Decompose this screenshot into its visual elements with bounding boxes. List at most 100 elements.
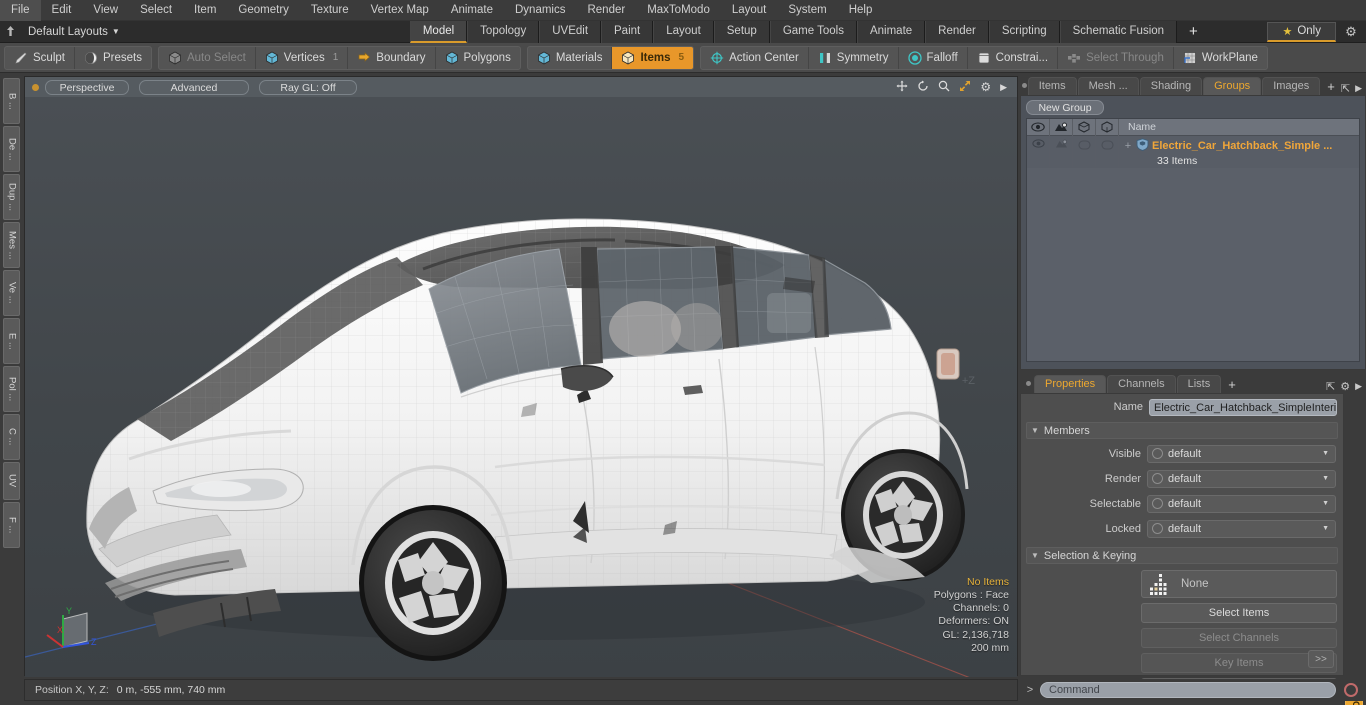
menu-item-layout[interactable]: Layout [721,0,778,21]
menu-item-render[interactable]: Render [576,0,636,21]
left-tab-1[interactable]: De ... [2,126,20,172]
add-layout-tab-button[interactable]: + [1177,22,1210,42]
viewport-canvas[interactable]: +Z No Items Polygons : Face Channels: 0 Def… [25,97,1017,677]
layout-tab-topology[interactable]: Topology [467,20,540,43]
menu-item-texture[interactable]: Texture [300,0,360,21]
mode-button-constrai[interactable]: Constrai... [968,46,1059,69]
panel-tab-shading[interactable]: Shading [1139,77,1203,95]
name-field[interactable]: Electric_Car_Hatchback_SimpleInterio [1149,398,1337,416]
render-icon[interactable] [1050,118,1073,136]
gear-icon[interactable]: ⚙ [1336,24,1366,40]
record-icon[interactable] [1344,683,1358,697]
menu-item-maxtomodo[interactable]: MaxToModo [636,0,721,21]
viewport-advanced-button[interactable]: Advanced [139,79,249,95]
row-eye-icon[interactable] [1027,136,1050,167]
mode-button-vertices[interactable]: Vertices 1 [256,46,349,69]
left-tab-3[interactable]: Mes ... [2,222,20,268]
member-toggle-circle[interactable] [1152,473,1163,484]
layout-tab-setup[interactable]: Setup [713,20,770,43]
row-render-icon[interactable] [1050,136,1073,167]
left-tab-9[interactable]: F ... [2,502,20,548]
zoom-icon[interactable] [938,80,950,94]
layout-name-label[interactable]: Default Layouts [20,26,112,38]
more-options-button[interactable]: >> [1308,650,1334,668]
play-icon[interactable]: ▶ [1000,81,1007,93]
left-tab-5[interactable]: E ... [2,318,20,364]
only-button[interactable]: ★ Only [1267,21,1336,42]
group-list[interactable]: Name + Electric_Car_Hatchback_Simple ... 3… [1026,118,1360,362]
mode-button-boundary[interactable]: Boundary [348,46,436,69]
member-dropdown-visible[interactable]: default ▼ [1147,444,1336,463]
member-toggle-circle[interactable] [1152,448,1163,459]
axis-gizmo[interactable]: X Y Z [43,601,107,657]
properties-tab-channels[interactable]: Channels [1107,375,1176,393]
gear-icon[interactable]: ⚙ [1340,380,1350,393]
menu-item-dynamics[interactable]: Dynamics [504,0,576,21]
mode-button-symmetry[interactable]: Symmetry [809,46,899,69]
chevron-down-icon[interactable]: ▼ [112,27,120,36]
panel-tab-groups[interactable]: Groups [1203,77,1262,95]
mode-button-select-through[interactable]: Select Through [1058,46,1174,69]
menu-item-view[interactable]: View [82,0,129,21]
table-row[interactable]: + Electric_Car_Hatchback_Simple ... 33 Ite… [1027,136,1359,168]
wire-cube-icon[interactable] [1096,118,1119,136]
menu-item-animate[interactable]: Animate [440,0,504,21]
gear-icon[interactable]: ⚙ [980,81,991,93]
expand-icon[interactable]: ⇱ [1341,82,1350,95]
member-dropdown-locked[interactable]: default ▼ [1147,519,1336,538]
mode-button-auto-select[interactable]: Auto Select [159,46,256,69]
menu-item-item[interactable]: Item [183,0,227,21]
properties-tab-lists[interactable]: Lists [1176,375,1222,393]
menu-item-edit[interactable]: Edit [41,0,83,21]
menu-item-geometry[interactable]: Geometry [227,0,300,21]
layout-tab-scripting[interactable]: Scripting [988,20,1060,43]
properties-dot-icon[interactable] [1022,374,1034,393]
new-group-button[interactable]: New Group [1026,100,1104,115]
properties-tab-properties[interactable]: Properties [1034,375,1107,393]
menu-item-system[interactable]: System [777,0,837,21]
panel-tab-images[interactable]: Images [1262,77,1321,95]
layout-tab-model[interactable]: Model [409,20,468,43]
left-tab-6[interactable]: Pol ... [2,366,20,412]
layout-tab-layout[interactable]: Layout [653,20,714,43]
left-tab-2[interactable]: Dup ... [2,174,20,220]
member-toggle-circle[interactable] [1152,523,1163,534]
layout-tab-schematic-fusion[interactable]: Schematic Fusion [1059,20,1178,43]
layout-tab-paint[interactable]: Paint [601,20,654,43]
chevron-right-icon[interactable]: ▶ [1355,83,1362,94]
panel-tab-items[interactable]: Items [1027,77,1077,95]
layout-tab-uvedit[interactable]: UVEdit [539,20,602,43]
chevron-right-icon[interactable]: ▶ [1355,381,1362,392]
layout-tab-game-tools[interactable]: Game Tools [769,20,857,43]
row-wire-toggle[interactable] [1096,136,1119,167]
eye-icon[interactable] [1027,118,1050,136]
selection-set-field[interactable]: None [1141,570,1337,598]
fit-icon[interactable] [959,80,971,94]
mode-button-action-center[interactable]: Action Center [701,46,809,69]
selection-keying-section-header[interactable]: ▼ Selection & Keying [1026,547,1338,564]
layout-tab-animate[interactable]: Animate [856,20,926,43]
mode-button-falloff[interactable]: Falloff [899,46,968,69]
command-input[interactable]: Command [1040,682,1336,698]
add-panel-tab-button[interactable]: + [1321,79,1341,95]
menu-item-select[interactable]: Select [129,0,183,21]
pin-icon[interactable] [0,22,20,42]
layout-tab-render[interactable]: Render [925,20,989,43]
mode-button-workplane[interactable]: WorkPlane [1174,47,1267,69]
members-section-header[interactable]: ▼ Members [1026,422,1338,439]
panel-dot-icon[interactable] [1022,76,1028,95]
car-3d-model[interactable] [25,97,1017,677]
mode-button-items[interactable]: Items 5 [612,46,694,69]
viewport-perspective-button[interactable]: Perspective [45,79,129,95]
mode-button-polygons[interactable]: Polygons [436,47,520,69]
member-dropdown-selectable[interactable]: default ▼ [1147,494,1336,513]
menu-item-vertex-map[interactable]: Vertex Map [360,0,440,21]
left-tab-0[interactable]: B ... [2,78,20,124]
rotate-icon[interactable] [917,80,929,94]
menu-item-help[interactable]: Help [838,0,884,21]
viewport-dot-icon[interactable] [32,83,39,91]
viewport[interactable]: Perspective Advanced Ray GL: Off ⚙ ▶ +Z … [24,76,1018,677]
left-tab-4[interactable]: Ve ... [2,270,20,316]
expand-icon[interactable]: ⇱ [1326,380,1335,393]
member-toggle-circle[interactable] [1152,498,1163,509]
